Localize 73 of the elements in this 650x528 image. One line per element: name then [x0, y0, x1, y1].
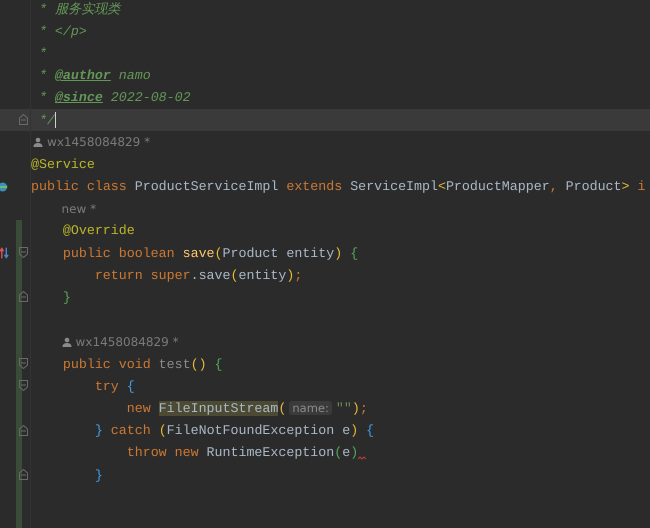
method-name: save [182, 246, 215, 261]
author-hint[interactable]: wx1458084829 * [47, 135, 150, 150]
author-hint[interactable]: wx1458084829 * [76, 334, 179, 349]
code-comment: * [38, 46, 47, 61]
code-text: FileNotFoundException e [166, 423, 350, 438]
parameter-hint: name: [289, 401, 332, 416]
code-keyword: catch [110, 423, 152, 438]
code-brace: ( [334, 445, 342, 460]
fold-end-icon[interactable] [19, 468, 28, 480]
code-punctuation: ( [230, 268, 238, 283]
code-text: ProductMapper [446, 179, 550, 194]
code-comment: * [38, 68, 48, 84]
code-brace: { [366, 423, 374, 438]
code-punctuation: ( [278, 400, 286, 416]
string-literal: "" [336, 400, 352, 416]
code-comment: */ [38, 112, 55, 128]
highlighted-class-name: FileInputStream [158, 400, 278, 416]
warning-squiggle-icon [358, 456, 366, 460]
code-comment: namo [118, 68, 151, 84]
code-comment: * [38, 90, 48, 106]
code-punctuation: ) [286, 268, 294, 283]
code-comment: * </p> [38, 24, 87, 39]
method-name: test [158, 356, 191, 372]
code-brace: ) [350, 445, 358, 460]
fold-icon[interactable] [19, 358, 28, 369]
fold-end-icon[interactable] [19, 424, 28, 436]
fold-end-icon[interactable] [19, 114, 28, 125]
code-brace: { [350, 246, 358, 261]
code-text: RuntimeException [206, 445, 334, 460]
code-punctuation: ) [334, 246, 344, 261]
fold-icon[interactable] [19, 247, 28, 258]
code-brace: { [214, 356, 223, 372]
code-keyword: public void [62, 356, 152, 372]
code-punctuation: ( [214, 246, 223, 261]
code-text: ProductServiceImpl [134, 179, 280, 194]
code-punctuation: ) [352, 400, 360, 416]
code-brace: } [62, 290, 71, 306]
code-keyword: try [94, 378, 120, 394]
code-text: ServiceImpl [350, 179, 438, 194]
annotation: @Service [31, 156, 95, 172]
code-keyword: i [637, 179, 646, 194]
code-punctuation: ) [350, 423, 360, 438]
code-punctuation: ( [158, 423, 167, 438]
author-hint[interactable]: new * [62, 202, 96, 216]
code-text: Product entity [222, 246, 334, 261]
code-keyword: extends [286, 179, 344, 194]
code-text: .save [190, 268, 230, 283]
annotation: @Override [62, 223, 135, 238]
code-text: e [342, 445, 350, 460]
fold-end-icon[interactable] [19, 291, 28, 302]
code-keyword: return super [94, 268, 191, 283]
code-comment: * 服务实现类 [38, 0, 120, 18]
code-text: entity [238, 268, 286, 283]
code-keyword: throw new [126, 445, 200, 460]
code-punctuation: () [190, 356, 208, 372]
code-keyword: ; [360, 400, 368, 416]
code-punctuation: < [438, 179, 446, 194]
code-keyword: public class [31, 179, 128, 194]
code-keyword: new [126, 400, 152, 416]
code-brace: { [126, 378, 135, 394]
code-keyword: , [550, 179, 559, 194]
fold-icon[interactable] [19, 380, 28, 392]
code-punctuation: > [622, 179, 630, 194]
code-text: Product [566, 179, 622, 194]
code-keyword: public boolean [62, 246, 176, 261]
code-keyword: ; [294, 268, 302, 283]
doc-tag: @author [54, 68, 111, 84]
code-brace: } [94, 423, 104, 438]
override-arrows-icon[interactable] [0, 246, 9, 260]
doc-tag: @since [54, 90, 103, 106]
code-comment: 2022-08-02 [110, 90, 191, 106]
implemented-icon[interactable] [0, 180, 9, 194]
code-brace: } [94, 468, 103, 483]
